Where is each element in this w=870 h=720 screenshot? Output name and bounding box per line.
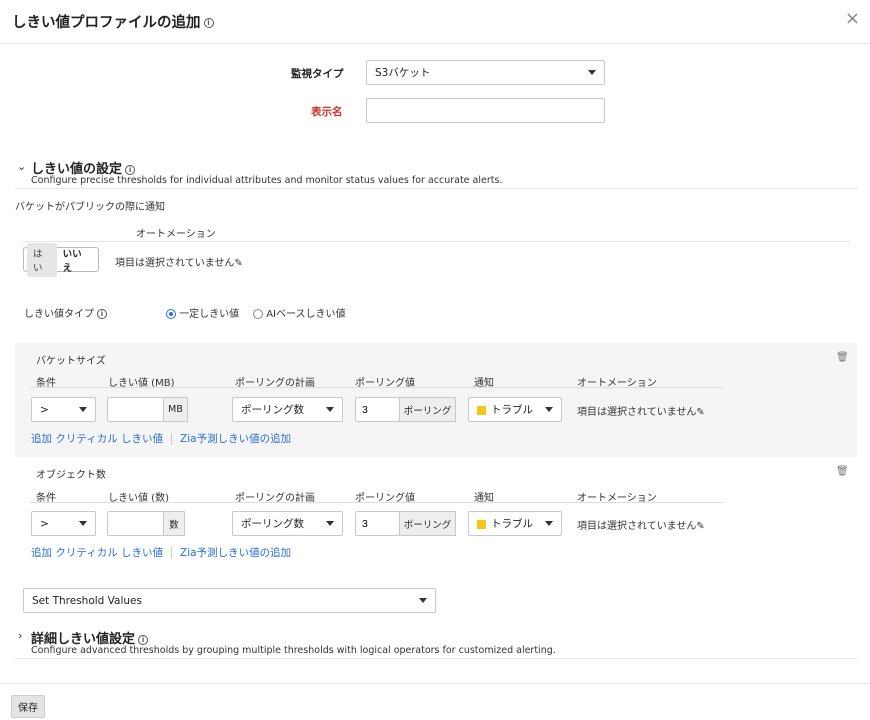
monitor-type-label: 監視タイプ (291, 68, 344, 80)
radio-ai-label: AIベースしきい値 (266, 309, 346, 320)
automation-header: オートメーション (136, 229, 216, 240)
notify-text: トラブル (491, 518, 533, 530)
pencil-icon: ✎ (234, 258, 243, 269)
poll-plan-value: ポーリング数 (241, 404, 304, 416)
poll-plan-select[interactable]: ポーリング数 (232, 397, 343, 422)
poll-plan-value: ポーリング数 (241, 518, 304, 530)
info-icon[interactable]: i (97, 309, 107, 319)
pencil-icon: ✎ (696, 521, 705, 532)
automation-header-divider (22, 241, 850, 242)
add-zia-threshold-link[interactable]: Zia予測しきい値の追加 (180, 431, 291, 446)
rule-automation-value: 項目は選択されていません (577, 521, 697, 532)
close-icon[interactable]: × (845, 10, 860, 28)
rule-automation-value: 項目は選択されていません (577, 407, 697, 418)
notify-value: トラブル (477, 516, 533, 531)
threshold-input[interactable] (107, 511, 164, 536)
trouble-swatch (477, 405, 486, 415)
chevron-down-icon (545, 521, 553, 526)
public-notify-label: バケットがパブリックの際に通知 (15, 202, 165, 213)
rule-name: オブジェクト数 (36, 470, 106, 481)
footer-divider (0, 683, 870, 684)
section-divider (15, 188, 858, 189)
notify-select[interactable]: トラブル (468, 511, 562, 536)
chevron-down-icon (545, 407, 553, 412)
poll-unit: ポーリング (399, 397, 456, 422)
monitor-type-select[interactable]: S3バケット (366, 60, 605, 85)
toggle-no[interactable]: いいえ (57, 243, 95, 277)
poll-unit: ポーリング (399, 511, 456, 536)
threshold-settings-description: Configure precise thresholds for individ… (31, 175, 503, 186)
rule-name: バケットサイズ (36, 356, 106, 367)
rule-automation-select[interactable]: 項目は選択されていません✎ (577, 517, 705, 532)
threshold-unit: 数 (163, 511, 185, 536)
radio-fixed-label: 一定しきい値 (179, 309, 240, 320)
advanced-description: Configure advanced thresholds by groupin… (31, 645, 556, 656)
notify-text: トラブル (491, 404, 533, 416)
threshold-type-label-text: しきい値タイプ (24, 309, 94, 320)
trash-icon[interactable]: 🗑 (836, 352, 849, 363)
threshold-input[interactable] (107, 397, 164, 422)
pencil-icon: ✎ (696, 407, 705, 418)
info-icon[interactable]: i (138, 634, 149, 645)
condition-select[interactable]: > (31, 397, 96, 422)
info-icon[interactable]: i (125, 164, 136, 175)
automation-value: 項目は選択されていません (115, 258, 235, 269)
dialog-title-text: しきい値プロファイルの追加 (12, 15, 201, 31)
section-divider (15, 658, 858, 659)
chevron-down-icon (419, 598, 427, 603)
trouble-swatch (477, 519, 486, 529)
save-button[interactable]: 保存 (11, 695, 45, 718)
threshold-unit: MB (163, 397, 188, 422)
notify-value: トラブル (477, 402, 533, 417)
toggle-yes[interactable]: はい (27, 242, 57, 277)
radio-fixed-icon[interactable] (166, 309, 176, 319)
set-threshold-values-select[interactable]: Set Threshold Values (23, 588, 436, 613)
notify-select[interactable]: トラブル (468, 397, 562, 422)
dialog-title: しきい値プロファイルの追加 i (12, 11, 214, 32)
radio-fixed[interactable]: 一定しきい値 (166, 305, 239, 320)
link-separator (171, 546, 173, 559)
condition-select[interactable]: > (31, 511, 96, 536)
rule-links: 追加 クリティカル しきい値 Zia予測しきい値の追加 (31, 545, 291, 560)
rule-links: 追加 クリティカル しきい値 Zia予測しきい値の追加 (31, 431, 291, 446)
add-zia-threshold-link[interactable]: Zia予測しきい値の追加 (180, 545, 291, 560)
condition-value: > (40, 403, 49, 416)
monitor-type-value: S3バケット (375, 67, 431, 79)
header-divider (0, 43, 870, 44)
add-critical-threshold-link[interactable]: 追加 クリティカル しきい値 (31, 431, 163, 446)
add-critical-threshold-link[interactable]: 追加 クリティカル しきい値 (31, 545, 163, 560)
public-notify-toggle[interactable]: はい いいえ (23, 242, 99, 277)
threshold-type-label: しきい値タイプ i (24, 305, 107, 320)
set-threshold-values-value: Set Threshold Values (32, 594, 142, 607)
chevron-down-icon (588, 70, 596, 75)
chevron-down-icon (326, 521, 334, 526)
chevron-down-icon (79, 407, 87, 412)
link-separator (171, 432, 173, 445)
display-name-label: 表示名 (311, 106, 343, 118)
trash-icon[interactable]: 🗑 (836, 466, 849, 477)
rule-header-divider (30, 387, 724, 388)
rule-header-divider (30, 502, 724, 503)
radio-ai[interactable]: AIベースしきい値 (253, 305, 345, 320)
info-icon[interactable]: i (203, 18, 214, 28)
poll-value-input[interactable] (355, 511, 400, 536)
chevron-down-icon (79, 521, 87, 526)
chevron-down-icon[interactable]: ⌄ (17, 160, 26, 173)
public-notify-automation-select[interactable]: 項目は選択されていません✎ (115, 254, 243, 269)
rule-automation-select[interactable]: 項目は選択されていません✎ (577, 403, 705, 418)
condition-value: > (40, 517, 49, 530)
poll-value-input[interactable] (355, 397, 400, 422)
chevron-right-icon[interactable]: › (18, 629, 22, 642)
poll-plan-select[interactable]: ポーリング数 (232, 511, 343, 536)
chevron-down-icon (326, 407, 334, 412)
radio-ai-icon[interactable] (253, 309, 263, 319)
display-name-input[interactable] (366, 98, 605, 123)
